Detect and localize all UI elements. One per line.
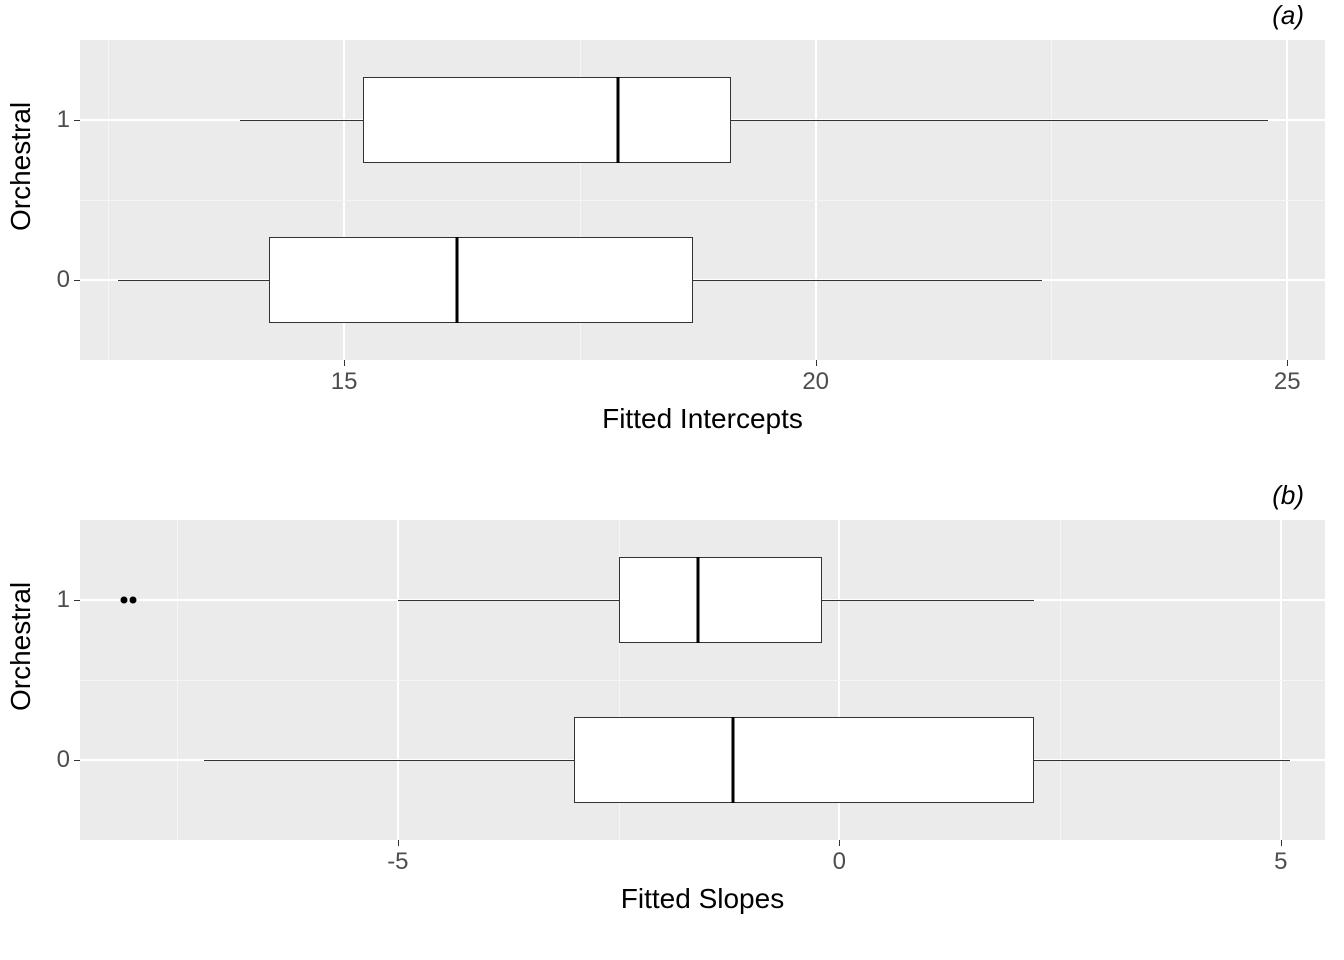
median-line: [456, 237, 459, 323]
whisker-high: [693, 280, 1042, 281]
whisker-low: [118, 280, 269, 281]
median-line: [697, 557, 700, 643]
box: [574, 717, 1033, 803]
x-tick-label: 15: [331, 360, 358, 396]
panel-b-ylabel: Orchestral: [5, 681, 37, 711]
y-tick-label: 0: [57, 266, 80, 294]
outlier-point: [129, 597, 136, 604]
whisker-high: [1034, 760, 1290, 761]
panel-b-plot: -50501: [80, 520, 1325, 840]
median-line: [732, 717, 735, 803]
figure: (a) Orchestral 15202501 Fitted Intercept…: [0, 0, 1344, 960]
box: [363, 77, 731, 163]
box: [269, 237, 693, 323]
x-tick-label: 25: [1274, 360, 1301, 396]
panel-a: (a) Orchestral 15202501 Fitted Intercept…: [0, 0, 1344, 455]
gridline-minor: [80, 680, 1325, 681]
whisker-high: [731, 120, 1269, 121]
outlier-point: [121, 597, 128, 604]
box: [619, 557, 822, 643]
panel-a-xlabel: Fitted Intercepts: [80, 403, 1325, 435]
whisker-low: [398, 600, 619, 601]
x-tick-label: 5: [1274, 840, 1287, 876]
panel-b-xlabel: Fitted Slopes: [80, 883, 1325, 915]
panel-a-plot: 15202501: [80, 40, 1325, 360]
y-tick-label: 1: [57, 106, 80, 134]
panel-b-title: (b): [1272, 480, 1304, 511]
whisker-low: [240, 120, 363, 121]
median-line: [616, 77, 619, 163]
y-tick-label: 1: [57, 586, 80, 614]
x-tick-label: 20: [802, 360, 829, 396]
gridline-minor: [80, 200, 1325, 201]
x-tick-label: -5: [387, 840, 408, 876]
panel-b: (b) Orchestral -50501 Fitted Slopes: [0, 480, 1344, 955]
whisker-high: [822, 600, 1034, 601]
y-tick-label: 0: [57, 746, 80, 774]
whisker-low: [204, 760, 575, 761]
panel-a-ylabel: Orchestral: [5, 201, 37, 231]
x-tick-label: 0: [833, 840, 846, 876]
panel-a-title: (a): [1272, 0, 1304, 31]
